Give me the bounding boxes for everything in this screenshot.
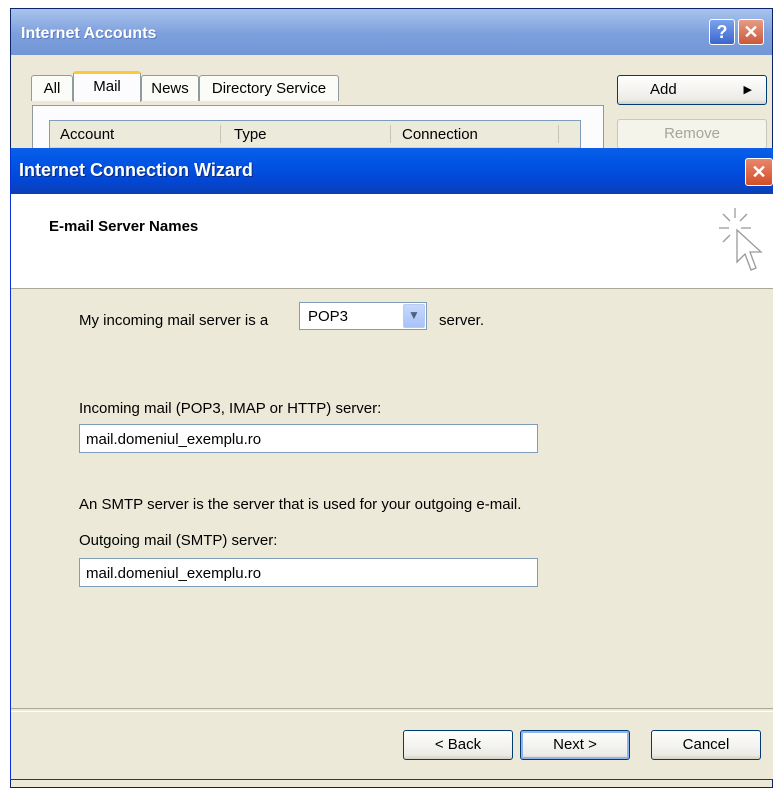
chevron-down-icon[interactable]: ▼ [403,304,425,328]
close-icon: ✕ [743,22,759,42]
tab-news[interactable]: News [141,75,199,101]
column-header-type[interactable]: Type [234,126,267,143]
incoming-type-suffix: server. [439,312,485,329]
wizard-cursor-icon [719,208,763,271]
outgoing-server-input[interactable]: mail.domeniul_exemplu.ro [79,558,538,587]
add-button-label: Add [650,81,677,98]
next-button[interactable]: Next > [520,730,630,760]
wizard-title: Internet Connection Wizard [19,160,253,180]
column-separator[interactable] [220,125,221,143]
back-button[interactable]: < Back [403,730,513,760]
column-header-connection[interactable]: Connection [402,126,478,143]
add-button[interactable]: Add ▶ [617,75,767,105]
server-type-value: POP3 [308,308,349,325]
server-type-select[interactable]: POP3 ▼ [299,302,427,330]
footer-divider [11,708,773,712]
help-icon: ? [716,22,728,42]
remove-button[interactable]: Remove [617,119,767,149]
page-title: E-mail Server Names [49,218,199,235]
cancel-button[interactable]: Cancel [651,730,761,760]
accounts-window-title: Internet Accounts [21,25,157,42]
close-icon: ✕ [751,162,767,182]
help-button[interactable]: ? [709,19,735,45]
incoming-server-label: Incoming mail (POP3, IMAP or HTTP) serve… [79,400,382,417]
wizard-title-bar[interactable]: Internet Connection Wizard ✕ [11,148,773,194]
column-separator[interactable] [390,125,391,143]
wizard-header: E-mail Server Names [11,194,773,289]
accounts-title-bar[interactable]: Internet Accounts ? ✕ [11,9,772,55]
column-header-account[interactable]: Account [60,126,114,143]
incoming-server-input[interactable]: mail.domeniul_exemplu.ro [79,424,538,453]
column-separator[interactable] [558,125,559,143]
tab-directory-service[interactable]: Directory Service [199,75,339,101]
incoming-type-prefix: My incoming mail server is a [79,312,269,329]
accounts-close-button[interactable]: ✕ [738,19,764,45]
internet-connection-wizard: Internet Connection Wizard ✕ E-mail Serv… [10,148,773,780]
arrow-right-icon: ▶ [743,84,752,96]
tab-all[interactable]: All [31,75,73,101]
smtp-description: An SMTP server is the server that is use… [79,496,522,513]
outgoing-server-label: Outgoing mail (SMTP) server: [79,532,278,549]
tab-mail[interactable]: Mail [73,71,141,102]
accounts-list-header: Account Type Connection [50,121,580,149]
wizard-close-button[interactable]: ✕ [745,158,773,186]
